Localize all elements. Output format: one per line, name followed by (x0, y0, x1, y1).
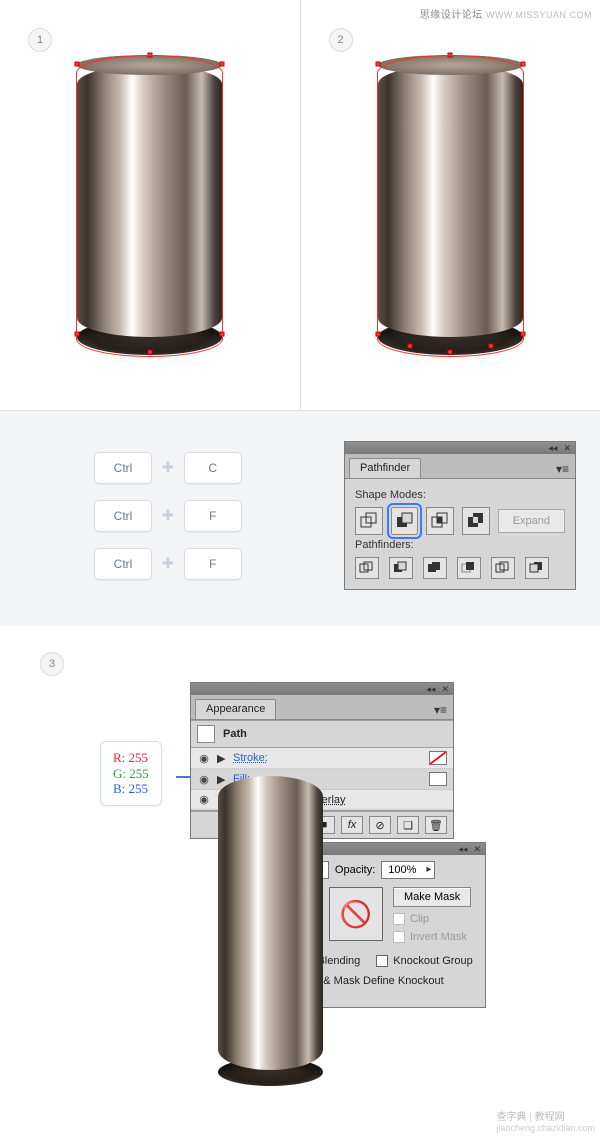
key-letter: C (184, 452, 242, 484)
panel-menu-icon[interactable]: ▾≡ (550, 460, 575, 478)
pathfinder-minus-back-button[interactable] (525, 557, 549, 579)
step-badge-1: 1 (28, 28, 52, 52)
pathfinders-label: Pathfinders: (355, 539, 565, 551)
make-mask-button[interactable]: Make Mask (393, 887, 471, 907)
plus-icon: ✚ (162, 459, 174, 476)
close-icon[interactable]: ✕ (473, 844, 481, 855)
knockout-group-label: Knockout Group (393, 955, 473, 967)
visibility-toggle-icon[interactable]: ◉ (197, 793, 211, 806)
clip-checkbox (393, 913, 405, 925)
shortcut-row: Ctrl ✚ F (94, 500, 242, 532)
object-type-label: Path (223, 728, 247, 740)
pathfinder-outline-button[interactable] (491, 557, 515, 579)
step-badge-3: 3 (40, 652, 64, 676)
key-letter: F (184, 500, 242, 532)
invert-mask-checkbox (393, 931, 405, 943)
shapemode-minus-front-button[interactable] (391, 507, 419, 535)
tab-pathfinder[interactable]: Pathfinder (349, 458, 421, 478)
close-icon[interactable]: ✕ (441, 684, 449, 695)
panel-menu-icon[interactable]: ▾≡ (428, 701, 453, 719)
shortcuts-and-pathfinder: Ctrl ✚ C Ctrl ✚ F Ctrl ✚ F ◂◂ ✕ Pathfind… (0, 411, 600, 626)
plus-icon: ✚ (162, 555, 174, 572)
pathfinder-divide-button[interactable] (355, 557, 379, 579)
key-ctrl: Ctrl (94, 500, 152, 532)
collapse-icon[interactable]: ◂◂ (458, 844, 467, 855)
cylinder-step1 (77, 55, 222, 355)
mask-thumbnail[interactable]: 🚫 (329, 887, 383, 941)
visibility-toggle-icon[interactable]: ◉ (197, 752, 211, 765)
shortcut-row: Ctrl ✚ C (94, 452, 242, 484)
rgb-b: B: 255 (113, 781, 149, 797)
pathfinder-trim-button[interactable] (389, 557, 413, 579)
close-icon[interactable]: ✕ (563, 443, 571, 454)
plus-icon: ✚ (162, 507, 174, 524)
shape-modes-label: Shape Modes: (355, 489, 565, 501)
key-ctrl: Ctrl (94, 452, 152, 484)
page-watermark: 查字典 | 教程网 jiaocheng.chazidian.com (493, 1107, 598, 1134)
appearance-object-row[interactable]: Path (191, 721, 453, 748)
step-badge-2: 2 (329, 28, 353, 52)
rgb-g: G: 255 (113, 766, 149, 782)
key-letter: F (184, 548, 242, 580)
shapemode-intersect-button[interactable] (426, 507, 454, 535)
pathfinder-crop-button[interactable] (457, 557, 481, 579)
panel-titlebar[interactable]: ◂◂ ✕ (191, 683, 453, 695)
clear-appearance-button[interactable]: ⊘ (369, 816, 391, 834)
collapse-icon[interactable]: ◂◂ (548, 443, 557, 454)
pathfinder-merge-button[interactable] (423, 557, 447, 579)
stroke-swatch[interactable] (429, 751, 447, 765)
shapemode-unite-button[interactable] (355, 507, 383, 535)
expand-button[interactable]: Expand (498, 509, 565, 533)
step-grid: 1 思缘设计论坛 WWW.MISSYUAN.COM 2 (0, 0, 600, 411)
pathfinder-panel: ◂◂ ✕ Pathfinder ▾≡ Shape Modes: (344, 441, 576, 590)
cylinder-result (218, 996, 323, 1086)
key-ctrl: Ctrl (94, 548, 152, 580)
shapemode-exclude-button[interactable] (462, 507, 490, 535)
clip-label: Clip (410, 913, 429, 925)
opacity-label: Opacity: (335, 864, 375, 876)
object-thumbnail (197, 725, 215, 743)
fill-swatch[interactable] (429, 772, 447, 786)
duplicate-item-button[interactable]: ❏ (397, 816, 419, 834)
stroke-label[interactable]: Stroke: (233, 752, 268, 764)
rgb-r: R: 255 (113, 750, 149, 766)
add-effect-button[interactable]: fx (341, 816, 363, 834)
collapse-icon[interactable]: ◂◂ (426, 684, 435, 695)
step-3-section: 3 R: 255 G: 255 B: 255 ◂◂ ✕ Appearance ▾… (0, 626, 600, 1136)
appearance-stroke-row[interactable]: ◉ ▶ Stroke: (191, 748, 453, 769)
knockout-group-checkbox[interactable] (376, 955, 388, 967)
disclosure-triangle-icon[interactable]: ▶ (217, 752, 227, 765)
step-1-cell: 1 (0, 0, 300, 410)
delete-item-button[interactable]: 🗑 (425, 816, 447, 834)
disclosure-triangle-icon[interactable]: ▶ (217, 773, 227, 786)
rgb-callout: R: 255 G: 255 B: 255 (100, 741, 162, 806)
opacity-field[interactable]: 100% (381, 861, 435, 879)
keyboard-shortcuts: Ctrl ✚ C Ctrl ✚ F Ctrl ✚ F (24, 452, 242, 580)
shortcut-row: Ctrl ✚ F (94, 548, 242, 580)
visibility-toggle-icon[interactable]: ◉ (197, 773, 211, 786)
cylinder-step2 (378, 55, 523, 355)
panel-titlebar[interactable]: ◂◂ ✕ (345, 442, 575, 454)
invert-mask-label: Invert Mask (410, 931, 467, 943)
source-watermark: 思缘设计论坛 WWW.MISSYUAN.COM (420, 6, 592, 21)
tab-appearance[interactable]: Appearance (195, 699, 276, 719)
step-2-cell: 思缘设计论坛 WWW.MISSYUAN.COM 2 (300, 0, 600, 410)
